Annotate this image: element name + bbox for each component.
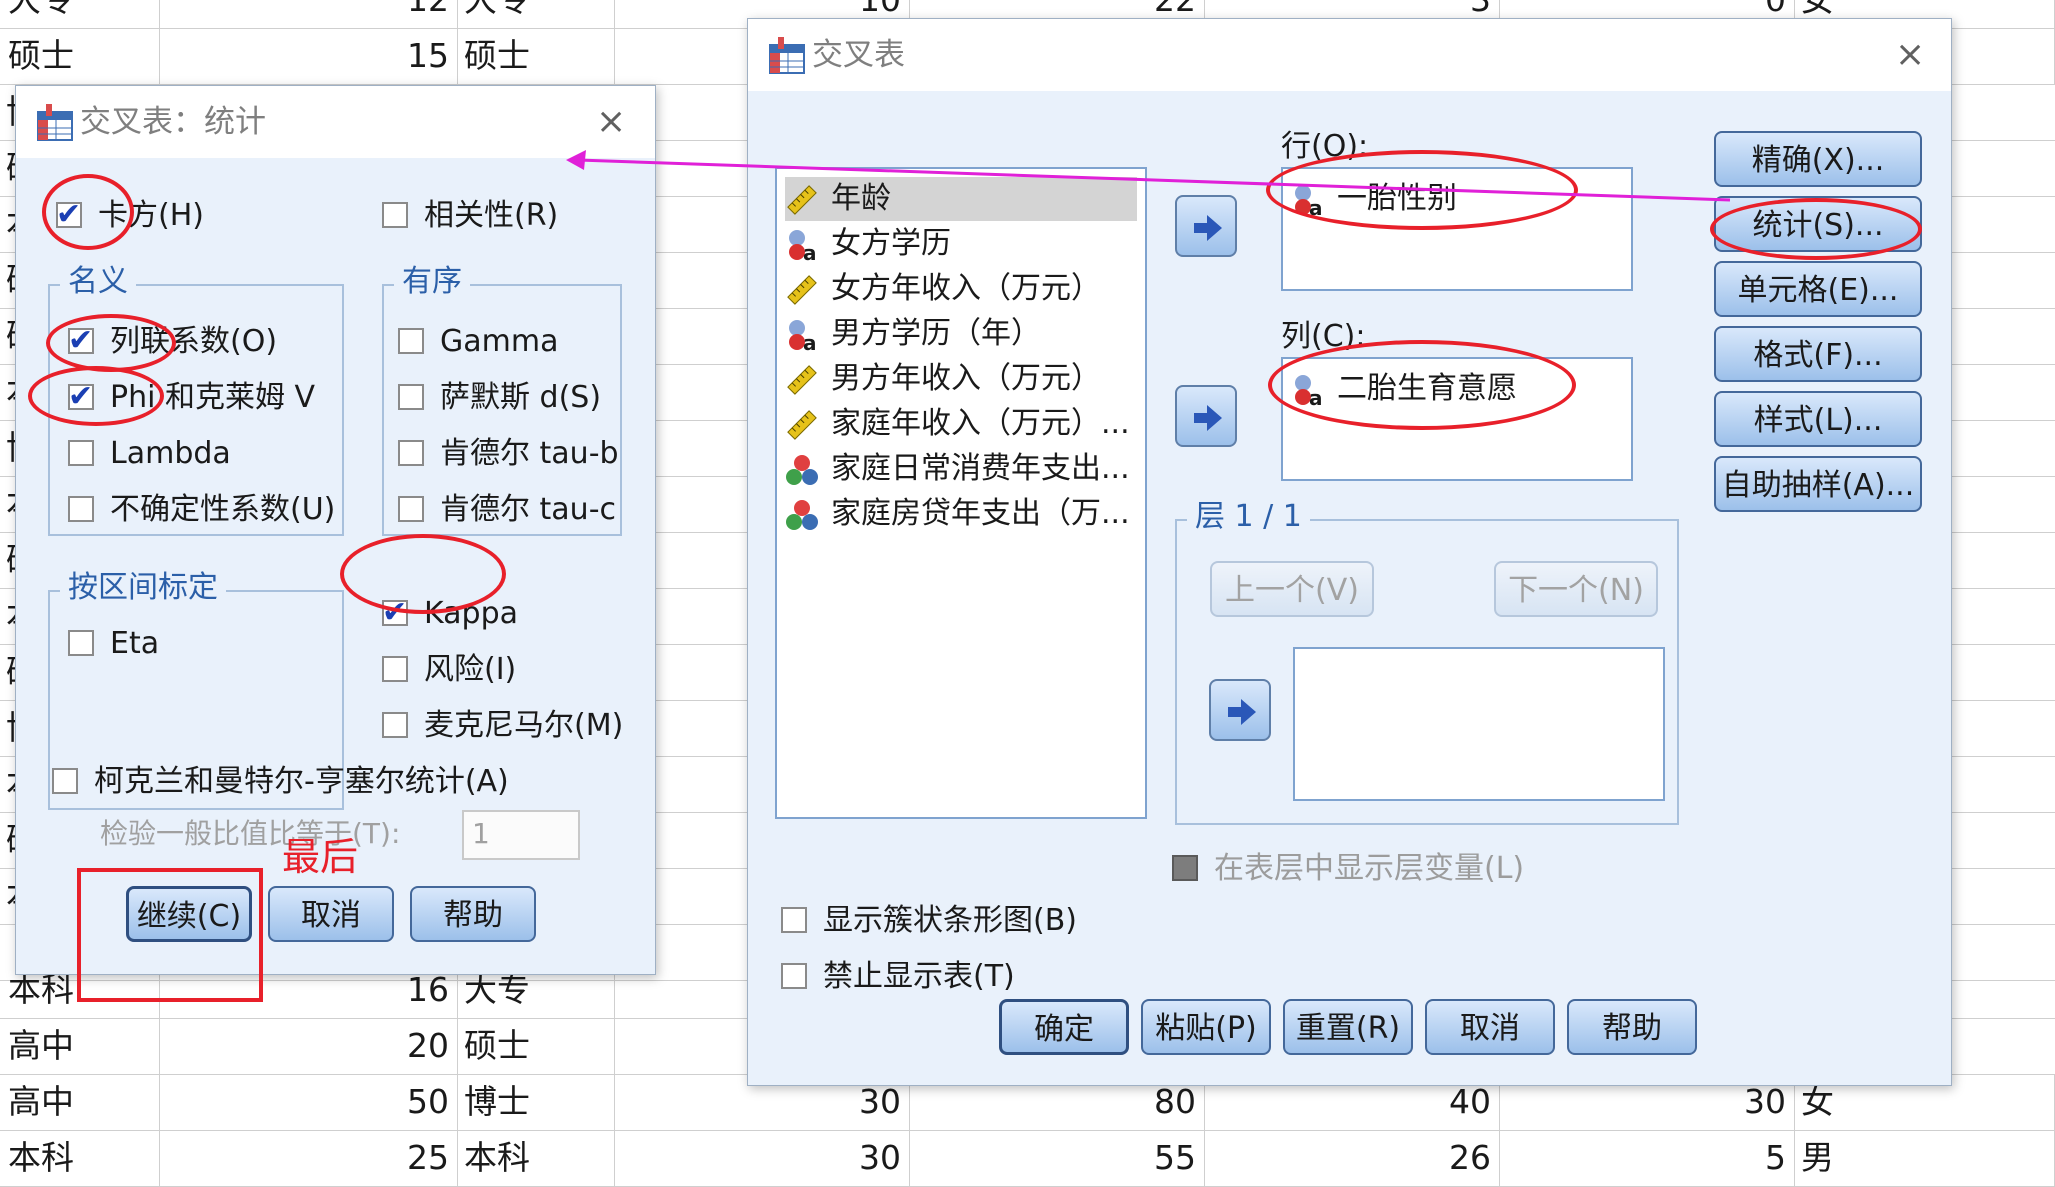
annotation-arrow [566, 150, 1731, 202]
